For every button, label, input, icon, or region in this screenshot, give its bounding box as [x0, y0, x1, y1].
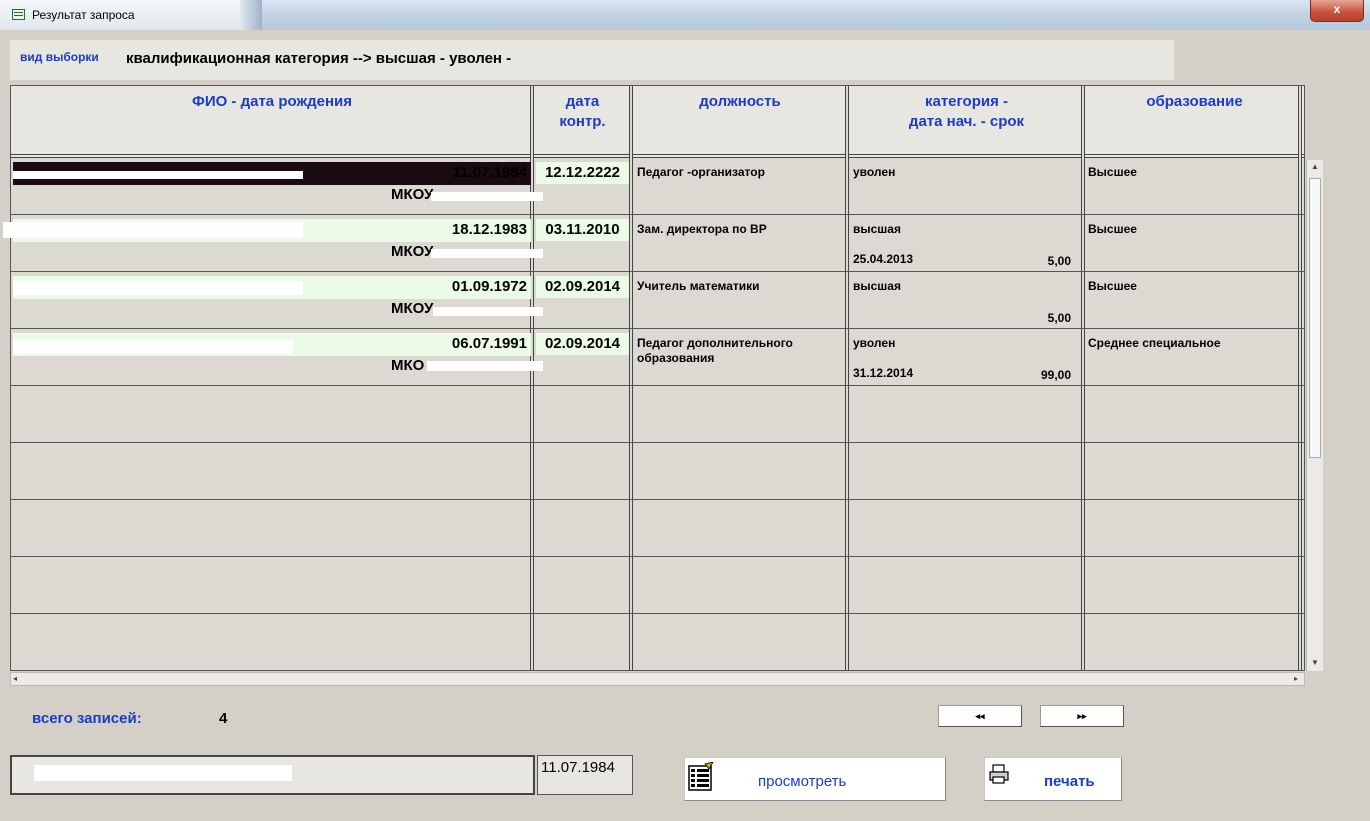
table-row[interactable]: 11.07.1984 МКОУ 12.12.2222 Педагог -орга…	[11, 159, 1304, 215]
redacted-org	[431, 192, 543, 201]
empty-row	[11, 558, 1304, 614]
term-cell: 5,00	[1047, 254, 1071, 268]
selected-name-field[interactable]	[10, 755, 535, 795]
category-cell: уволен	[853, 165, 896, 179]
scroll-thumb[interactable]	[1309, 178, 1321, 458]
education-cell: Высшее	[1088, 222, 1137, 236]
empty-row	[11, 387, 1304, 443]
category-cell: высшая	[853, 222, 901, 236]
results-grid: ФИО - дата рождения дата контр. должност…	[3, 85, 1305, 671]
header-education: образование	[1146, 93, 1243, 110]
category-cell: уволен	[853, 336, 896, 350]
total-records-value: 4	[219, 710, 228, 727]
filter-label: вид выборки	[20, 50, 99, 64]
contract-date-cell[interactable]: 02.09.2014	[536, 333, 629, 355]
education-cell: Высшее	[1088, 165, 1137, 179]
window-title: Результат запроса	[32, 8, 135, 22]
scroll-right-icon[interactable]: ▸	[1294, 674, 1298, 683]
redacted-name	[34, 765, 292, 781]
horizontal-scrollbar[interactable]: ◂ ▸	[10, 672, 1305, 686]
next-record-button[interactable]: ▸▸	[1040, 705, 1124, 727]
close-button[interactable]: x	[1310, 0, 1364, 22]
org-cell: МКОУ	[391, 186, 434, 203]
redacted-name	[3, 222, 303, 238]
report-icon	[688, 762, 714, 791]
printer-icon	[989, 764, 1009, 784]
vertical-scrollbar[interactable]: ▲ ▼	[1306, 160, 1323, 671]
position-cell: Зам. директора по ВР	[637, 222, 767, 236]
redacted-name	[13, 281, 303, 295]
selected-date-field[interactable]: 11.07.1984	[537, 755, 633, 795]
header-position: должность	[699, 93, 781, 110]
empty-row	[11, 444, 1304, 500]
view-button[interactable]: просмотреть	[684, 757, 946, 801]
table-row[interactable]: 06.07.1991 МКО 02.09.2014 Педагог дополн…	[11, 330, 1304, 386]
prev-record-button[interactable]: ◂◂	[938, 705, 1022, 727]
redacted-name	[13, 340, 293, 354]
scroll-left-icon[interactable]: ◂	[13, 674, 17, 683]
total-records-label: всего записей:	[32, 710, 142, 727]
scroll-down-icon[interactable]: ▼	[1311, 658, 1319, 667]
table-row[interactable]: 18.12.1983 МКОУ 03.11.2010 Зам. директор…	[3, 216, 1304, 272]
scroll-up-icon[interactable]: ▲	[1311, 162, 1319, 171]
empty-row	[11, 615, 1304, 671]
term-cell: 99,00	[1040, 368, 1071, 382]
table-row[interactable]: 01.09.1972 МКОУ 02.09.2014 Учитель матем…	[11, 273, 1304, 329]
term-cell: 5,00	[1047, 311, 1071, 325]
redacted-org	[431, 249, 543, 258]
form-icon	[12, 9, 25, 20]
org-cell: МКО	[391, 357, 425, 374]
contract-date-cell[interactable]: 03.11.2010	[536, 219, 629, 241]
dob-cell: 01.09.1972	[451, 278, 527, 295]
org-cell: МКОУ	[391, 243, 434, 260]
print-button-label: печать	[1044, 773, 1095, 790]
title-bar: Результат запроса x	[0, 0, 1370, 30]
redacted-org	[427, 361, 543, 371]
position-cell: Учитель математики	[637, 279, 760, 293]
position-cell: Педагог дополнительного образования	[637, 336, 793, 365]
education-cell: Высшее	[1088, 279, 1137, 293]
contract-date-cell[interactable]: 12.12.2222	[536, 162, 629, 184]
header-contract-date: дата контр.	[559, 93, 606, 130]
position-cell: Педагог -организатор	[637, 165, 765, 179]
dob-cell: 18.12.1983	[451, 221, 527, 238]
empty-row	[11, 501, 1304, 557]
education-cell: Среднее специальное	[1088, 336, 1221, 350]
start-date-cell: 25.04.2013	[853, 252, 914, 266]
filter-bar: вид выборки квалификационная категория -…	[10, 40, 1174, 80]
dob-cell: 11.07.1984	[452, 164, 527, 181]
header-category: категория - дата нач. - срок	[908, 93, 1025, 130]
start-date-cell: 31.12.2014	[853, 366, 914, 380]
print-button[interactable]: печать	[984, 757, 1122, 801]
view-button-label: просмотреть	[758, 773, 847, 790]
filter-value: квалификационная категория --> высшая - …	[126, 50, 512, 67]
contract-date-cell[interactable]: 02.09.2014	[536, 276, 629, 298]
org-cell: МКОУ	[391, 300, 434, 317]
redacted-org	[433, 307, 543, 316]
category-cell: высшая	[853, 279, 901, 293]
dob-cell: 06.07.1991	[451, 335, 527, 352]
header-fio: ФИО - дата рождения	[192, 93, 352, 110]
redacted-name	[13, 171, 303, 179]
grid-header: ФИО - дата рождения дата контр. должност…	[11, 86, 1304, 158]
